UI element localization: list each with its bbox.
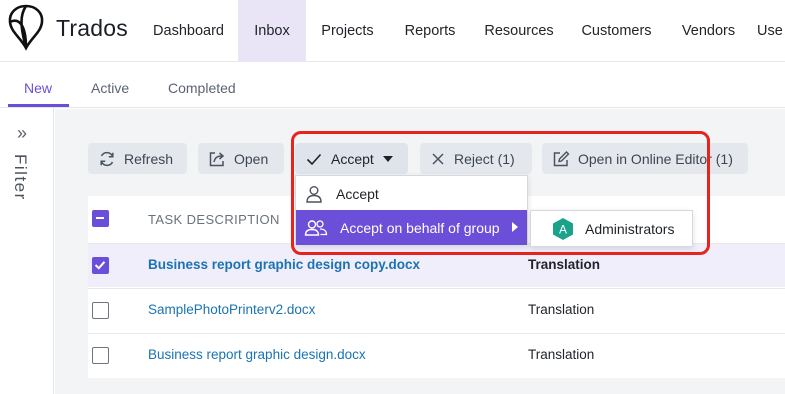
task-name-link[interactable]: Business report graphic design.docx: [148, 347, 366, 362]
user-icon: [306, 185, 322, 203]
open-button[interactable]: Open: [198, 143, 284, 174]
tab-new[interactable]: New: [24, 80, 52, 96]
close-icon: [432, 152, 444, 165]
double-chevron-right-icon[interactable]: »: [17, 124, 27, 142]
menu-item-accept[interactable]: Accept: [296, 176, 527, 211]
nav-projects[interactable]: Projects: [310, 0, 385, 62]
task-type: Translation: [528, 347, 595, 362]
indeterminate-icon: [96, 217, 104, 219]
refresh-label: Refresh: [124, 150, 174, 167]
nav-users[interactable]: Use: [757, 0, 785, 62]
edit-icon: [553, 150, 570, 166]
table-row[interactable]: Business report graphic design.docx Tran…: [88, 333, 785, 377]
open-label: Open: [234, 150, 269, 167]
accept-label: Accept: [331, 150, 374, 167]
open-online-label: Open in Online Editor (1): [578, 150, 733, 167]
trados-logo-icon[interactable]: [6, 3, 46, 51]
nav-resources[interactable]: Resources: [477, 0, 561, 62]
accept-dropdown-menu: Accept Accept on behalf of group: [295, 175, 528, 245]
top-navigation: Trados Dashboard Inbox Projects Reports …: [0, 0, 785, 62]
select-all-checkbox[interactable]: [92, 210, 109, 227]
submenu-arrow-icon: [512, 222, 518, 232]
row-checkbox[interactable]: [92, 347, 109, 364]
task-type: Translation: [528, 302, 595, 317]
group-submenu-item-administrators[interactable]: A Administrators: [530, 210, 693, 247]
table-row[interactable]: SamplePhotoPrinterv2.docx Translation: [88, 288, 785, 332]
tab-active[interactable]: Active: [91, 80, 129, 96]
check-icon: [94, 261, 106, 270]
open-external-icon: [209, 151, 225, 166]
check-icon: [306, 153, 322, 165]
menu-item-group-label: Accept on behalf of group: [340, 219, 500, 236]
nav-inbox[interactable]: Inbox: [238, 0, 306, 62]
group-avatar-hexagon-icon: A: [553, 217, 573, 240]
group-name-label: Administrators: [585, 220, 675, 237]
reject-button[interactable]: Reject (1): [420, 143, 532, 174]
task-type: Translation: [528, 257, 601, 272]
column-header-task-description[interactable]: TASK DESCRIPTION: [148, 212, 280, 227]
nav-vendors[interactable]: Vendors: [672, 0, 745, 62]
row-checkbox[interactable]: [92, 257, 109, 274]
row-checkbox[interactable]: [92, 302, 109, 319]
inbox-subtabs: New Active Completed: [0, 62, 785, 108]
task-name-link[interactable]: Business report graphic design copy.docx: [148, 257, 420, 272]
table-row[interactable]: Business report graphic design copy.docx…: [88, 243, 785, 287]
caret-down-icon: [382, 155, 393, 162]
nav-customers[interactable]: Customers: [572, 0, 661, 62]
menu-item-accept-on-behalf-of-group[interactable]: Accept on behalf of group: [296, 210, 527, 245]
open-online-editor-button[interactable]: Open in Online Editor (1): [542, 143, 748, 174]
tab-completed[interactable]: Completed: [168, 80, 236, 96]
nav-dashboard[interactable]: Dashboard: [141, 0, 236, 62]
active-tab-indicator: [8, 104, 69, 107]
menu-item-accept-label: Accept: [336, 185, 379, 202]
accept-dropdown-button[interactable]: Accept: [295, 143, 408, 174]
group-icon: [304, 219, 328, 236]
filter-label: Filter: [11, 154, 30, 201]
group-avatar-letter: A: [559, 222, 567, 236]
nav-reports[interactable]: Reports: [393, 0, 467, 62]
refresh-button[interactable]: Refresh: [88, 143, 187, 174]
refresh-icon: [100, 151, 114, 166]
brand-name: Trados: [56, 15, 128, 41]
filter-panel-collapsed[interactable]: » Filter: [0, 108, 54, 394]
task-name-link[interactable]: SamplePhotoPrinterv2.docx: [148, 302, 315, 317]
reject-label: Reject (1): [454, 150, 515, 167]
